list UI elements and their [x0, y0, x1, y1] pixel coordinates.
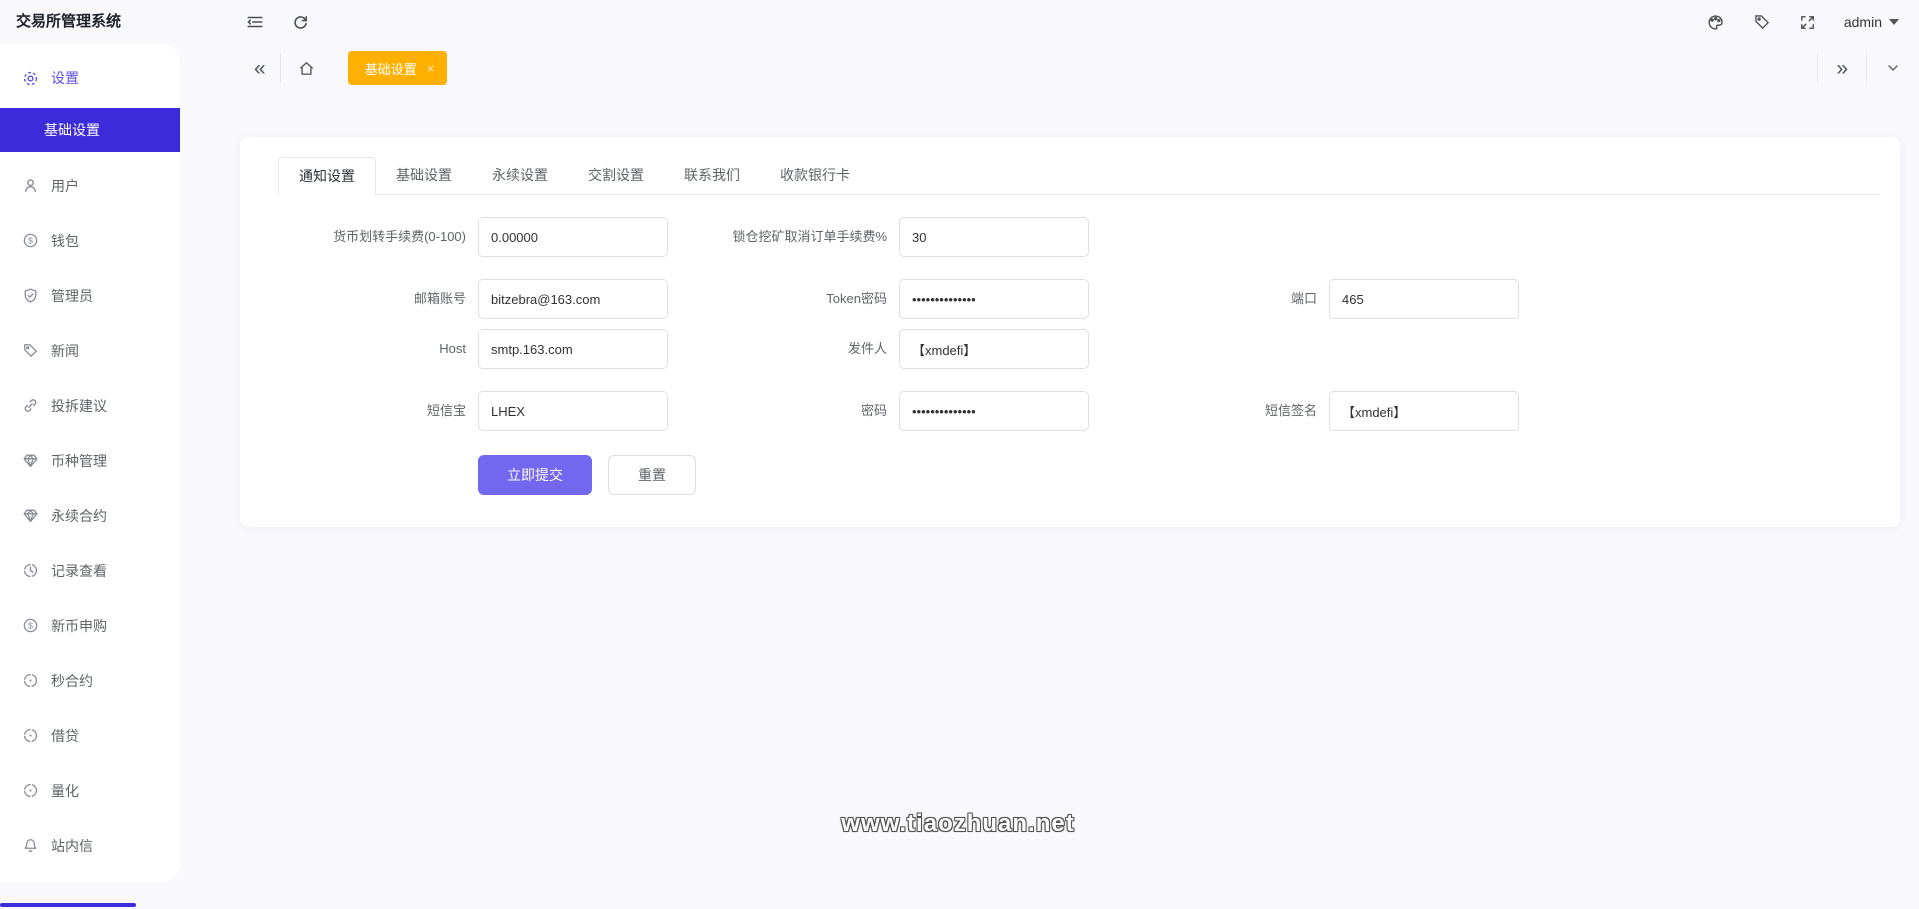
sidebar-item-users[interactable]: 用户 — [0, 158, 180, 213]
sidebar-item-lending[interactable]: 借贷 — [0, 708, 180, 763]
tags-menu-chevron-icon[interactable] — [1867, 60, 1919, 76]
sidebar-item-new-coin-subscription[interactable]: $ 新币申购 — [0, 598, 180, 653]
settings-card: 通知设置 基础设置 永续设置 交割设置 联系我们 收款银行卡 货币划转手续费(0… — [240, 137, 1900, 527]
field-label: 货币划转手续费(0-100) — [278, 217, 478, 257]
user-menu[interactable]: admin — [1844, 14, 1899, 30]
sidebar-item-label: 新闻 — [51, 341, 79, 361]
dollar-circle-icon: $ — [22, 617, 39, 634]
tab-receiving-bank-card[interactable]: 收款银行卡 — [760, 157, 870, 195]
sidebar-item-label: 管理员 — [51, 286, 93, 306]
gem-icon — [22, 452, 39, 469]
shield-check-icon — [22, 287, 39, 304]
field-label: 锁仓挖矿取消订单手续费% — [668, 217, 899, 257]
sidebar-item-label: 基础设置 — [44, 120, 100, 140]
tags-scroll-right-icon[interactable]: » — [1818, 58, 1866, 79]
refresh-icon[interactable] — [292, 14, 309, 31]
bell-icon — [22, 837, 39, 854]
gem-icon — [22, 507, 39, 524]
sidebar-item-label: 站内信 — [51, 836, 93, 856]
theme-palette-icon[interactable] — [1706, 13, 1725, 32]
user-icon — [22, 177, 39, 194]
sms-provider-input[interactable] — [478, 391, 668, 431]
history-clock-icon — [22, 562, 39, 579]
tab-basic-settings[interactable]: 基础设置 — [376, 157, 472, 195]
topbar-left-actions — [246, 0, 309, 44]
close-tag-icon[interactable]: × — [427, 61, 435, 76]
app-title: 交易所管理系统 — [16, 0, 121, 44]
sidebar-item-perpetual-contract[interactable]: 永续合约 — [0, 488, 180, 543]
sidebar-item-second-contract[interactable]: 秒合约 — [0, 653, 180, 708]
field-label: 密码 — [668, 391, 899, 431]
sidebar-item-label: 用户 — [51, 176, 79, 196]
sidebar-item-feedback[interactable]: 投拆建议 — [0, 378, 180, 433]
field-label: Token密码 — [668, 279, 899, 319]
sidebar-item-coin-management[interactable]: 币种管理 — [0, 433, 180, 488]
tags-icon[interactable] — [1753, 13, 1771, 31]
tags-scroll-left-icon[interactable]: « — [240, 58, 280, 79]
sidebar-item-label: 量化 — [51, 781, 79, 801]
sidebar-item-label: 新币申购 — [51, 616, 107, 636]
sidebar-item-label: 币种管理 — [51, 451, 107, 471]
sidebar-item-label: 永续合约 — [51, 506, 107, 526]
sidebar-item-label: 秒合约 — [51, 671, 93, 691]
horizontal-scrollbar-thumb[interactable] — [0, 903, 136, 907]
tab-perpetual-settings[interactable]: 永续设置 — [472, 157, 568, 195]
sidebar-item-label: 记录查看 — [51, 561, 107, 581]
link-icon — [22, 397, 39, 414]
open-tag-chip[interactable]: 基础设置 × — [348, 51, 448, 85]
submit-button[interactable]: 立即提交 — [478, 455, 592, 495]
settings-tabs: 通知设置 基础设置 永续设置 交割设置 联系我们 收款银行卡 — [278, 157, 1880, 195]
sidebar-item-settings[interactable]: 设置 — [0, 48, 180, 108]
tab-contact-us[interactable]: 联系我们 — [664, 157, 760, 195]
sender-input[interactable] — [899, 329, 1089, 369]
sidebar-item-site-messages[interactable]: 站内信 — [0, 818, 180, 873]
port-input[interactable] — [1329, 279, 1519, 319]
sms-password-input[interactable] — [899, 391, 1089, 431]
sidebar-item-quantification[interactable]: 量化 — [0, 763, 180, 818]
field-label: Host — [278, 329, 478, 369]
field-label: 发件人 — [668, 329, 899, 369]
topbar-right-actions: admin — [1706, 0, 1899, 44]
history-clock-icon — [22, 782, 39, 799]
home-icon[interactable] — [281, 59, 332, 78]
lock-mining-cancel-fee-input[interactable] — [899, 217, 1089, 257]
currency-transfer-fee-input[interactable] — [478, 217, 668, 257]
field-label: 短信签名 — [1089, 391, 1329, 431]
tag-bar: « 基础设置 × » — [240, 46, 1919, 90]
tag-chip-label: 基础设置 — [365, 59, 417, 78]
sidebar-item-wallet[interactable]: $ 钱包 — [0, 213, 180, 268]
sidebar-item-label: 借贷 — [51, 726, 79, 746]
history-clock-icon — [22, 672, 39, 689]
fullscreen-icon[interactable] — [1799, 14, 1816, 31]
history-clock-icon — [22, 727, 39, 744]
email-account-input[interactable] — [478, 279, 668, 319]
field-label: 端口 — [1089, 279, 1329, 319]
sidebar-item-label: 设置 — [51, 68, 79, 88]
user-name: admin — [1844, 14, 1882, 30]
sidebar-item-admins[interactable]: 管理员 — [0, 268, 180, 323]
tab-delivery-settings[interactable]: 交割设置 — [568, 157, 664, 195]
reset-button[interactable]: 重置 — [608, 455, 696, 495]
token-password-input[interactable] — [899, 279, 1089, 319]
tab-notification-settings[interactable]: 通知设置 — [278, 157, 376, 195]
dollar-circle-icon: $ — [22, 232, 39, 249]
svg-text:$: $ — [28, 235, 33, 245]
caret-down-icon — [1889, 19, 1899, 25]
svg-text:$: $ — [28, 620, 33, 630]
sms-signature-input[interactable] — [1329, 391, 1519, 431]
field-label: 邮箱账号 — [278, 279, 478, 319]
notification-settings-form: 货币划转手续费(0-100) 锁仓挖矿取消订单手续费% 邮箱账号 Token密码… — [240, 195, 1900, 495]
sidebar-item-label: 投拆建议 — [51, 396, 107, 416]
sidebar-item-label: 钱包 — [51, 231, 79, 251]
sidebar: 设置 基础设置 用户 $ 钱包 管理员 — [0, 44, 180, 882]
sidebar-item-news[interactable]: 新闻 — [0, 323, 180, 378]
collapse-sidebar-icon[interactable] — [246, 13, 264, 31]
tag-icon — [22, 342, 39, 359]
sidebar-item-basic-settings[interactable]: 基础设置 — [0, 108, 180, 152]
sidebar-item-records[interactable]: 记录查看 — [0, 543, 180, 598]
field-label: 短信宝 — [278, 391, 478, 431]
gear-icon — [22, 70, 39, 87]
host-input[interactable] — [478, 329, 668, 369]
watermark-text: www.tiaozhuan.net — [841, 810, 1074, 838]
